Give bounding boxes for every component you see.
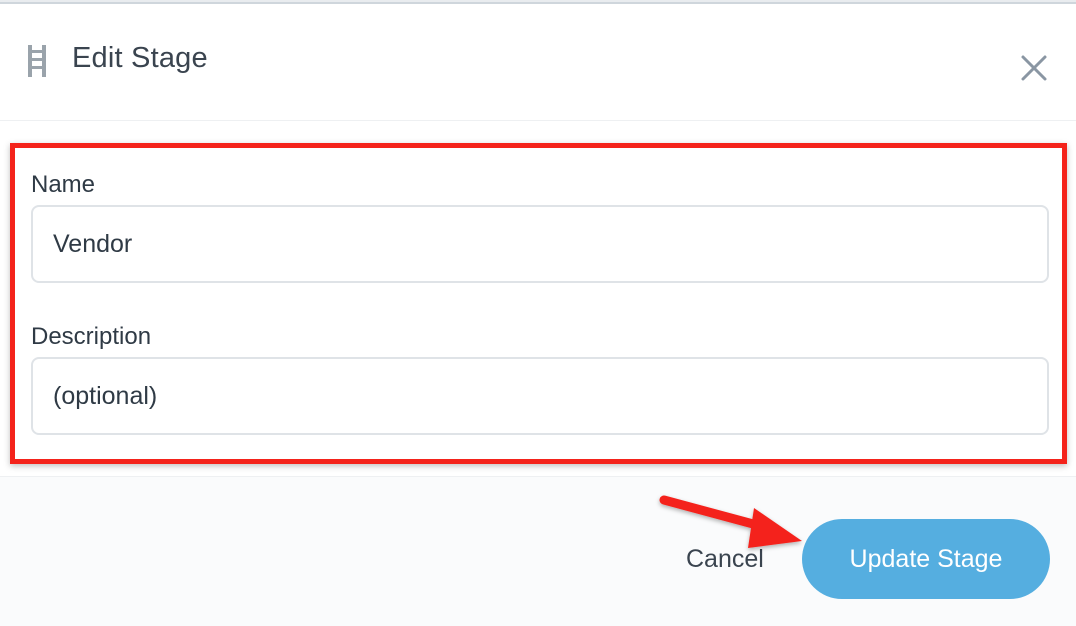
name-label: Name — [31, 171, 96, 198]
dialog-footer: Cancel Update Stage — [0, 476, 1076, 626]
dialog-body: Name Description — [0, 121, 1076, 475]
description-label: Description — [31, 323, 152, 350]
update-stage-button[interactable]: Update Stage — [802, 519, 1050, 599]
edit-stage-dialog: Edit Stage Name Description Cancel Updat… — [0, 0, 1076, 626]
close-icon[interactable] — [1018, 52, 1050, 84]
cancel-button[interactable]: Cancel — [686, 545, 764, 574]
dialog-header: Edit Stage — [0, 4, 1076, 121]
description-input[interactable] — [31, 357, 1049, 435]
name-input[interactable] — [31, 205, 1049, 283]
ladder-icon — [28, 45, 46, 77]
dialog-title: Edit Stage — [72, 42, 208, 74]
